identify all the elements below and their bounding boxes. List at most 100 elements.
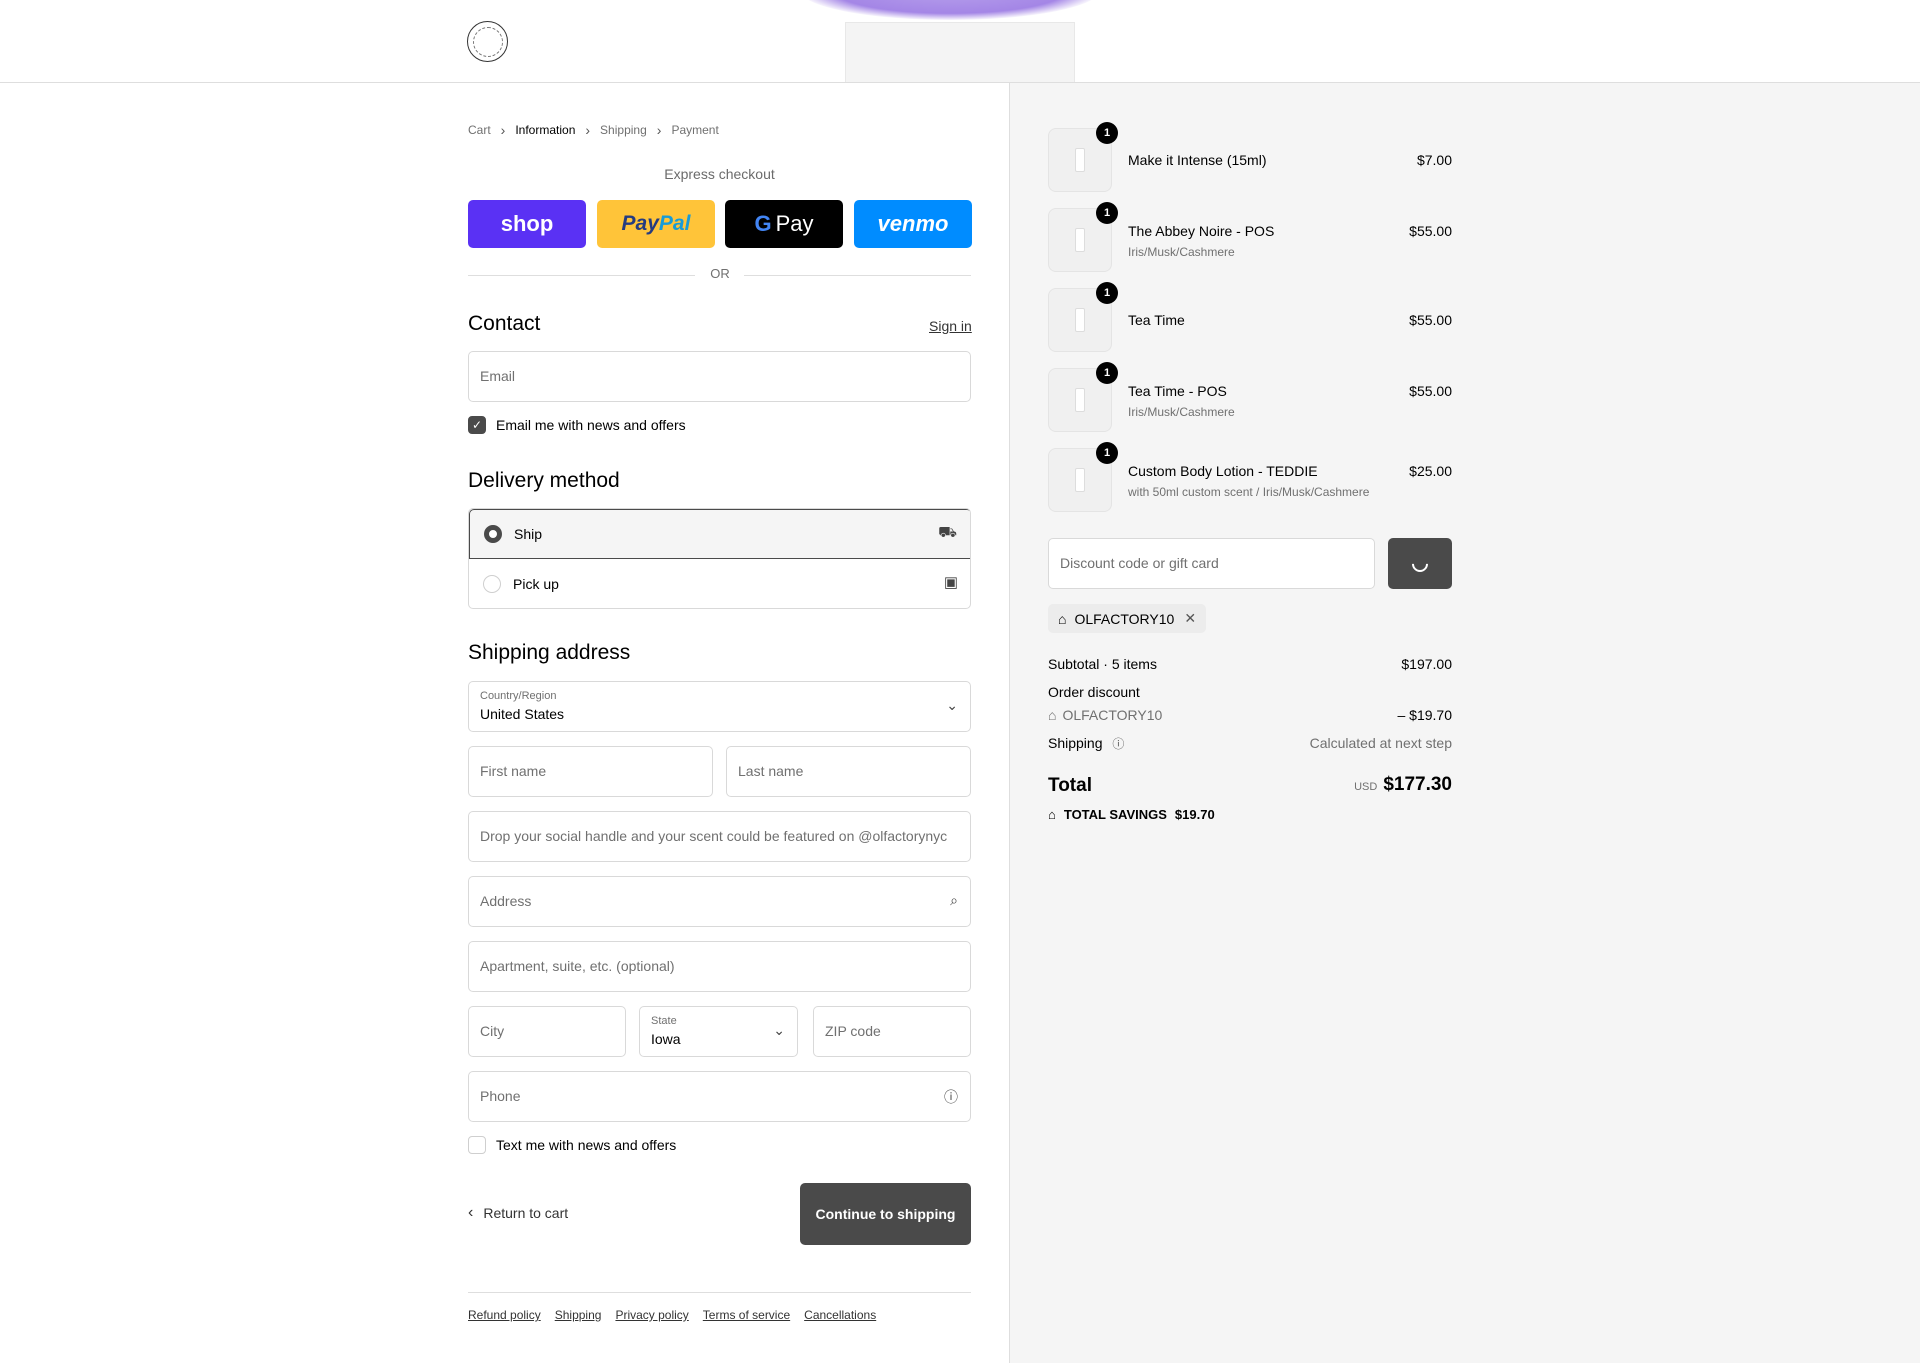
terms-of-service-link[interactable]: Terms of service: [703, 1308, 790, 1322]
delivery-method-title: Delivery method: [468, 469, 620, 492]
logo-ring: [472, 26, 503, 57]
bottle-image: [1075, 228, 1085, 252]
order-discount-label: Order discount: [1048, 684, 1140, 700]
line-item: 1 Custom Body Lotion - TEDDIE with 50ml …: [1048, 442, 1452, 512]
address-field[interactable]: Address ⌕: [468, 876, 971, 927]
city-field[interactable]: City: [468, 1006, 626, 1057]
subtotal-row: Subtotal · 5 items $197.00: [1048, 656, 1452, 672]
radio-unselected-icon: [483, 575, 501, 593]
loading-spinner-icon: [1408, 552, 1432, 575]
tissue-paper-image: [800, 0, 1100, 20]
help-circle-icon[interactable]: ⓘ: [1112, 737, 1124, 751]
country-value: United States: [480, 706, 565, 722]
product-price: $55.00: [1409, 223, 1452, 239]
olfactory-logo[interactable]: [467, 21, 508, 62]
google-pay-button[interactable]: G Pay: [725, 200, 843, 248]
bottle-image: [1075, 308, 1085, 332]
paypal-label-a: Pay: [621, 212, 659, 235]
total-value: $177.30: [1383, 774, 1452, 795]
applied-discount-code: OLFACTORY10: [1074, 610, 1175, 627]
last-name-field[interactable]: Last name: [726, 746, 971, 797]
paypal-button[interactable]: Pay Pal: [597, 200, 715, 248]
contact-title: Contact: [468, 312, 541, 335]
tag-icon: ⌂: [1048, 707, 1057, 723]
state-select[interactable]: State Iowa ⌄: [639, 1006, 798, 1057]
order-discount-value: – $19.70: [1397, 707, 1453, 723]
express-checkout-label: Express checkout: [664, 166, 775, 182]
divider-left: [468, 275, 695, 276]
country-select[interactable]: Country/Region United States ⌄: [468, 681, 971, 732]
line-item: 1 Tea Time $55.00: [1048, 282, 1452, 352]
order-discount-row: Order discount: [1048, 684, 1452, 700]
line-item: 1 Make it Intense (15ml) $7.00: [1048, 122, 1452, 192]
privacy-policy-link[interactable]: Privacy policy: [615, 1308, 688, 1322]
line-item: 1 Tea Time - POS Iris/Musk/Cashmere $55.…: [1048, 362, 1452, 432]
product-name: The Abbey Noire - POS: [1128, 223, 1275, 239]
remove-discount-icon[interactable]: ✕: [1184, 610, 1196, 627]
line-item: 1 The Abbey Noire - POS Iris/Musk/Cashme…: [1048, 202, 1452, 272]
product-variant: Iris/Musk/Cashmere: [1128, 245, 1235, 259]
quantity-badge: 1: [1096, 202, 1118, 224]
chevron-down-icon: ⌄: [773, 1022, 785, 1038]
chevron-right-icon: ›: [585, 122, 591, 138]
help-circle-icon[interactable]: ⓘ: [944, 1087, 958, 1107]
first-name-field[interactable]: First name: [468, 746, 713, 797]
ship-label: Ship: [514, 526, 543, 542]
or-divider-text: OR: [710, 266, 730, 281]
phone-field[interactable]: Phone ⓘ: [468, 1071, 971, 1122]
shipping-row: Shipping ⓘ Calculated at next step: [1048, 735, 1452, 752]
chevron-right-icon: ›: [656, 122, 662, 138]
product-price: $25.00: [1409, 463, 1452, 479]
apartment-field[interactable]: Apartment, suite, etc. (optional): [468, 941, 971, 992]
venmo-button[interactable]: venmo: [854, 200, 972, 248]
zip-code-field[interactable]: ZIP code: [813, 1006, 971, 1057]
quantity-badge: 1: [1096, 442, 1118, 464]
discount-code-field[interactable]: Discount code or gift card: [1048, 538, 1375, 589]
savings-label: TOTAL SAVINGS: [1063, 807, 1167, 822]
product-name: Tea Time - POS: [1128, 383, 1227, 399]
order-discount-code: OLFACTORY10: [1062, 707, 1163, 723]
continue-to-shipping-label: Continue to shipping: [815, 1206, 956, 1222]
delivery-option-ship[interactable]: Ship ⛟: [469, 509, 970, 559]
discount-code-placeholder: Discount code or gift card: [1060, 555, 1219, 571]
store-icon: ▣: [943, 574, 958, 591]
email-news-checkbox[interactable]: ✓ Email me with news and offers: [468, 416, 686, 434]
shipping-policy-link[interactable]: Shipping: [555, 1308, 602, 1322]
savings-value: $19.70: [1174, 807, 1215, 822]
email-news-label: Email me with news and offers: [496, 417, 686, 433]
breadcrumb: Cart › Information › Shipping › Payment: [468, 122, 719, 138]
footer-links: Refund policy Shipping Privacy policy Te…: [468, 1308, 876, 1322]
bottle-image: [1075, 388, 1085, 412]
shipping-value: Calculated at next step: [1309, 735, 1452, 751]
subtotal-label: Subtotal · 5 items: [1048, 656, 1157, 672]
delivery-option-pickup[interactable]: Pick up ▣: [469, 559, 970, 608]
apply-discount-button[interactable]: [1388, 538, 1452, 589]
total-amount: USD $177.30: [1354, 774, 1452, 796]
currency-code: USD: [1354, 781, 1378, 793]
bottle-image: [1075, 468, 1085, 492]
email-placeholder: Email: [480, 368, 516, 384]
radio-selected-icon: [484, 525, 502, 543]
bottle-image: [1075, 148, 1085, 172]
tag-icon: ⌂: [1048, 807, 1056, 822]
continue-to-shipping-button[interactable]: Continue to shipping: [800, 1183, 971, 1245]
quantity-badge: 1: [1096, 282, 1118, 304]
social-handle-field[interactable]: Drop your social handle and your scent c…: [468, 811, 971, 862]
return-to-cart-link[interactable]: ‹ Return to cart: [468, 1204, 568, 1222]
delivery-options: Ship ⛟ Pick up ▣: [468, 508, 971, 609]
shop-pay-button[interactable]: shop: [468, 200, 586, 248]
email-field[interactable]: Email: [468, 351, 971, 402]
sign-in-link[interactable]: Sign in: [929, 318, 972, 334]
refund-policy-link[interactable]: Refund policy: [468, 1308, 541, 1322]
text-news-checkbox[interactable]: Text me with news and offers: [468, 1136, 676, 1154]
text-news-label: Text me with news and offers: [496, 1137, 677, 1153]
truck-icon: ⛟: [938, 524, 957, 541]
breadcrumb-cart[interactable]: Cart: [468, 123, 491, 137]
quantity-badge: 1: [1096, 122, 1118, 144]
cancellations-link[interactable]: Cancellations: [804, 1308, 876, 1322]
divider-right: [744, 275, 971, 276]
venmo-label: venmo: [877, 211, 949, 236]
product-name: Make it Intense (15ml): [1128, 152, 1267, 168]
state-label: State: [651, 1015, 677, 1027]
footer-divider: [468, 1292, 971, 1293]
